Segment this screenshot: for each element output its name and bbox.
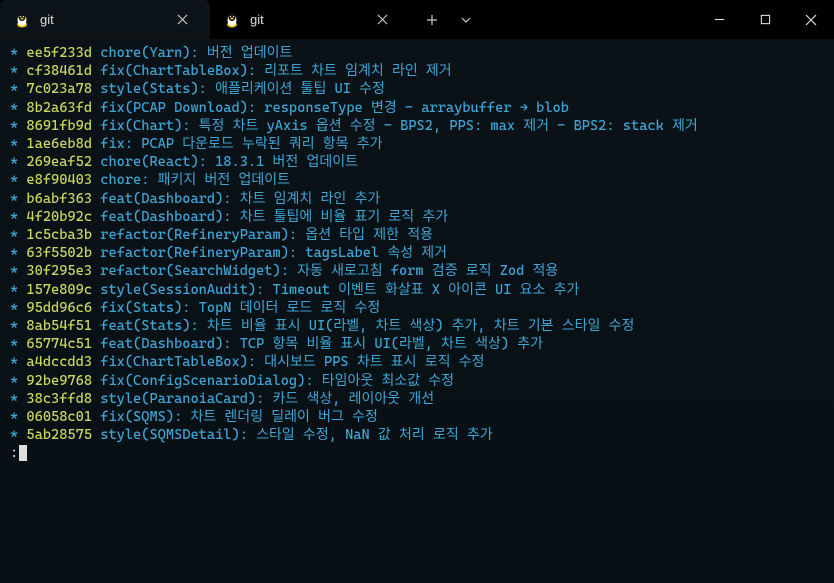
git-log-line: * [10, 227, 26, 243]
git-log-line: * [10, 409, 26, 425]
commit-hash: 8ab54f51 [26, 318, 92, 334]
commit-message: feat(Dashboard): 차트 임계치 라인 추가 [92, 191, 380, 207]
commit-hash: 06058c01 [26, 409, 92, 425]
git-log-line: * [10, 81, 26, 97]
git-log-line: * [10, 300, 26, 316]
tab-title: git [250, 12, 264, 27]
git-log-line: * [10, 136, 26, 152]
tab-dropdown-button[interactable] [450, 4, 482, 36]
commit-hash: 157e809c [26, 282, 92, 298]
git-log-line: * [10, 63, 26, 79]
git-log-line: * [10, 209, 26, 225]
tab-actions [410, 0, 482, 39]
commit-message: chore: 패키지 버전 업데이트 [92, 172, 290, 188]
commit-message: fix(ChartTableBox): 리포트 차트 임계치 라인 제거 [92, 63, 452, 79]
commit-hash: a4dccdd3 [26, 354, 92, 370]
commit-message: refactor(SearchWidget): 자동 새로고침 form 검증 … [92, 263, 558, 279]
cursor [19, 445, 27, 461]
commit-hash: 1ae6eb8d [26, 136, 92, 152]
terminal-output[interactable]: * ee5f233d chore(Yarn): 버전 업데이트 * cf3846… [0, 40, 834, 583]
commit-message: feat(Dashboard): TCP 항목 비율 표시 UI(라벨, 차트 … [92, 336, 543, 352]
commit-hash: 269eaf52 [26, 154, 92, 170]
commit-message: fix(Stats): TopN 데이터 로드 로직 수정 [92, 300, 380, 316]
commit-hash: e8f90403 [26, 172, 92, 188]
git-log-line: * [10, 373, 26, 389]
commit-message: style(SessionAudit): Timeout 이벤트 화살표 X 아… [92, 282, 579, 298]
git-log-line: * [10, 245, 26, 261]
commit-message: refactor(RefineryParam): 옵션 타입 제한 적용 [92, 227, 433, 243]
git-log-line: * [10, 45, 26, 61]
titlebar: git git [0, 0, 834, 40]
commit-message: feat(Stats): 차트 비율 표시 UI(라벨, 차트 색상) 추가, … [92, 318, 634, 334]
commit-message: fix(SQMS): 차트 렌더링 딜레이 버그 수정 [92, 409, 378, 425]
commit-hash: cf38461d [26, 63, 92, 79]
commit-hash: 95dd96c6 [26, 300, 92, 316]
commit-hash: 1c5cba3b [26, 227, 92, 243]
commit-message: fix(Chart): 특정 차트 yAxis 옵션 수정 - BPS2, PP… [92, 118, 698, 134]
git-log-line: * [10, 318, 26, 334]
commit-message: feat(Dashboard): 차트 툴팁에 비율 표기 로직 추가 [92, 209, 448, 225]
git-log-line: * [10, 427, 26, 443]
commit-message: fix(ChartTableBox): 대시보드 PPS 차트 표시 로직 수정 [92, 354, 484, 370]
commit-hash: 7c023a78 [26, 81, 92, 97]
commit-message: style(ParanoiaCard): 카드 색상, 레이아웃 개선 [92, 391, 434, 407]
commit-hash: 92be9768 [26, 373, 92, 389]
commit-message: fix(ConfigScenarioDialog): 타임아웃 최소값 수정 [92, 373, 454, 389]
tab-strip: git git [0, 0, 696, 39]
tab-title: git [40, 12, 54, 27]
commit-hash: 4f20b92c [26, 209, 92, 225]
close-icon[interactable] [368, 6, 396, 34]
git-log-line: * [10, 391, 26, 407]
commit-hash: 38c3ffd8 [26, 391, 92, 407]
git-log-line: * [10, 154, 26, 170]
tux-icon [224, 12, 240, 28]
commit-message: chore(React): 18.3.1 버전 업데이트 [92, 154, 358, 170]
commit-hash: 8691fb9d [26, 118, 92, 134]
tab-git-inactive[interactable]: git [210, 0, 410, 39]
git-log-line: * [10, 354, 26, 370]
maximize-button[interactable] [742, 0, 788, 40]
commit-message: refactor(RefineryParam): tagsLabel 속성 제거 [92, 245, 447, 261]
window-controls [696, 0, 834, 40]
commit-hash: ee5f233d [26, 45, 92, 61]
minimize-button[interactable] [696, 0, 742, 40]
commit-message: fix: PCAP 다운로드 누락된 쿼리 항목 추가 [92, 136, 383, 152]
close-icon[interactable] [168, 6, 196, 34]
git-log-line: * [10, 118, 26, 134]
close-button[interactable] [788, 0, 834, 40]
commit-hash: 65774c51 [26, 336, 92, 352]
commit-message: chore(Yarn): 버전 업데이트 [92, 45, 292, 61]
git-log-line: * [10, 100, 26, 116]
commit-hash: b6abf363 [26, 191, 92, 207]
commit-hash: 30f295e3 [26, 263, 92, 279]
tab-git-active[interactable]: git [0, 0, 210, 39]
commit-message: style(SQMSDetail): 스타일 수정, NaN 값 처리 로직 추… [92, 427, 493, 443]
commit-message: fix(PCAP Download): responseType 변경 - ar… [92, 100, 569, 116]
git-log-line: * [10, 191, 26, 207]
commit-hash: 63f5502b [26, 245, 92, 261]
git-log-line: * [10, 336, 26, 352]
new-tab-button[interactable] [416, 4, 448, 36]
commit-hash: 8b2a63fd [26, 100, 92, 116]
tux-icon [14, 12, 30, 28]
git-log-line: * [10, 172, 26, 188]
commit-hash: 5ab28575 [26, 427, 92, 443]
commit-message: style(Stats): 애플리케이션 툴팁 UI 수정 [92, 81, 385, 97]
git-log-line: * [10, 282, 26, 298]
pager-prompt: : [10, 445, 18, 461]
git-log-line: * [10, 263, 26, 279]
